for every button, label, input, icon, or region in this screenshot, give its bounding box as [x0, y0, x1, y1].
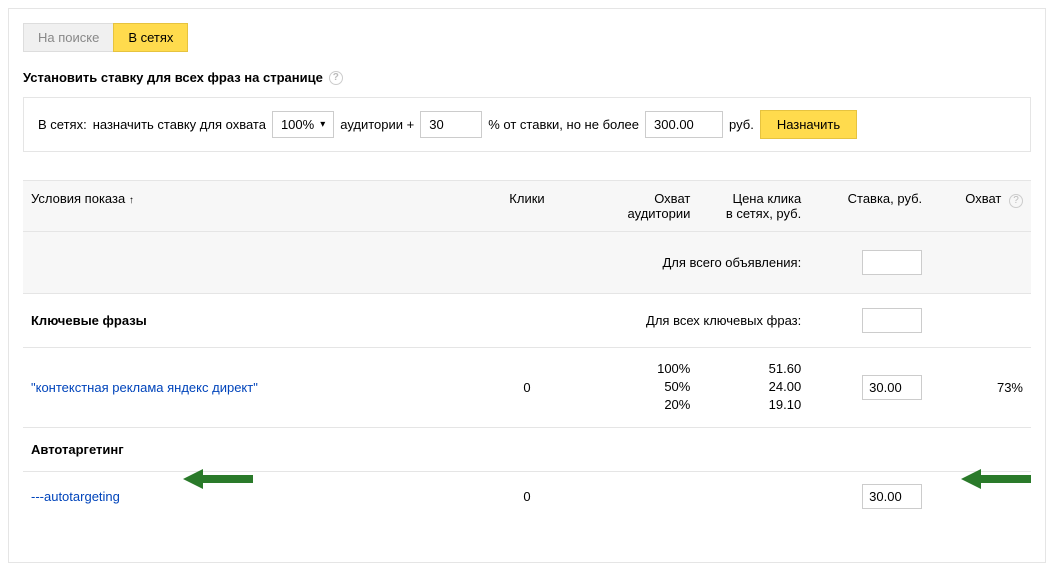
tab-networks[interactable]: В сетях [113, 23, 188, 52]
chevron-down-icon: ▾ [320, 119, 325, 130]
col-reach[interactable]: Охват аудитории [587, 181, 698, 232]
keyword-coverage: 73% [930, 348, 1031, 428]
col-rate[interactable]: Ставка, руб. [809, 181, 930, 232]
keyword-reach-tiers: 100% 50% 20% [587, 348, 698, 428]
all-keywords-rate-input[interactable] [862, 308, 922, 333]
rule-mid2: аудитории + [340, 117, 414, 132]
reach-percent-select[interactable]: 100% ▾ [272, 111, 334, 138]
rule-mid1: назначить ставку для охвата [93, 117, 266, 132]
col-conditions[interactable]: Условия показа ↑ [23, 181, 467, 232]
plus-percent-input[interactable] [420, 111, 482, 138]
bids-table: Условия показа ↑ Клики Охват аудитории Ц… [23, 180, 1031, 521]
annotation-arrow-right [961, 465, 1031, 493]
tabs: На поиске В сетях [23, 23, 1031, 52]
keyword-clicks: 0 [467, 348, 588, 428]
reach-percent-value: 100% [281, 117, 314, 132]
help-icon[interactable]: ? [329, 71, 343, 85]
heading-text: Установить ставку для всех фраз на стран… [23, 70, 323, 85]
autotargeting-link[interactable]: ---autotargeting [31, 489, 120, 504]
all-ad-label: Для всего объявления: [23, 232, 809, 294]
tab-search[interactable]: На поиске [23, 23, 113, 52]
keyword-rate-input[interactable] [862, 375, 922, 400]
sort-asc-icon: ↑ [129, 195, 134, 206]
all-keywords-label: Для всех ключевых фраз: [467, 294, 810, 348]
autotargeting-section-label: Автотаргетинг [23, 427, 1031, 471]
autotargeting-section-row: Автотаргетинг [23, 427, 1031, 471]
keywords-section-label: Ключевые фразы [23, 294, 467, 348]
bids-panel: На поиске В сетях Установить ставку для … [8, 8, 1046, 563]
col-cpc[interactable]: Цена клика в сетях, руб. [698, 181, 809, 232]
table-header-row: Условия показа ↑ Клики Охват аудитории Ц… [23, 181, 1031, 232]
col-coverage[interactable]: Охват ? [930, 181, 1031, 232]
annotation-arrow-left [183, 465, 253, 493]
autotargeting-rate-input[interactable] [862, 484, 922, 509]
autotargeting-row: ---autotargeting 0 [23, 471, 1031, 521]
col-clicks[interactable]: Клики [467, 181, 588, 232]
keyword-cpc-tiers: 51.60 24.00 19.10 [698, 348, 809, 428]
section-heading: Установить ставку для всех фраз на стран… [23, 70, 1031, 85]
rule-mid3: % от ставки, но не более [488, 117, 639, 132]
rule-prefix: В сетях: [38, 117, 87, 132]
all-ad-rate-input[interactable] [862, 250, 922, 275]
keyword-row: "контекстная реклама яндекс директ" 0 10… [23, 348, 1031, 428]
keywords-section-row: Ключевые фразы Для всех ключевых фраз: [23, 294, 1031, 348]
keyword-link[interactable]: "контекстная реклама яндекс директ" [31, 380, 258, 395]
cap-input[interactable] [645, 111, 723, 138]
autotargeting-clicks: 0 [467, 471, 588, 521]
bid-rule-box: В сетях: назначить ставку для охвата 100… [23, 97, 1031, 152]
help-icon[interactable]: ? [1009, 194, 1023, 208]
rule-currency: руб. [729, 117, 754, 132]
apply-button[interactable]: Назначить [760, 110, 857, 139]
all-ad-row: Для всего объявления: [23, 232, 1031, 294]
